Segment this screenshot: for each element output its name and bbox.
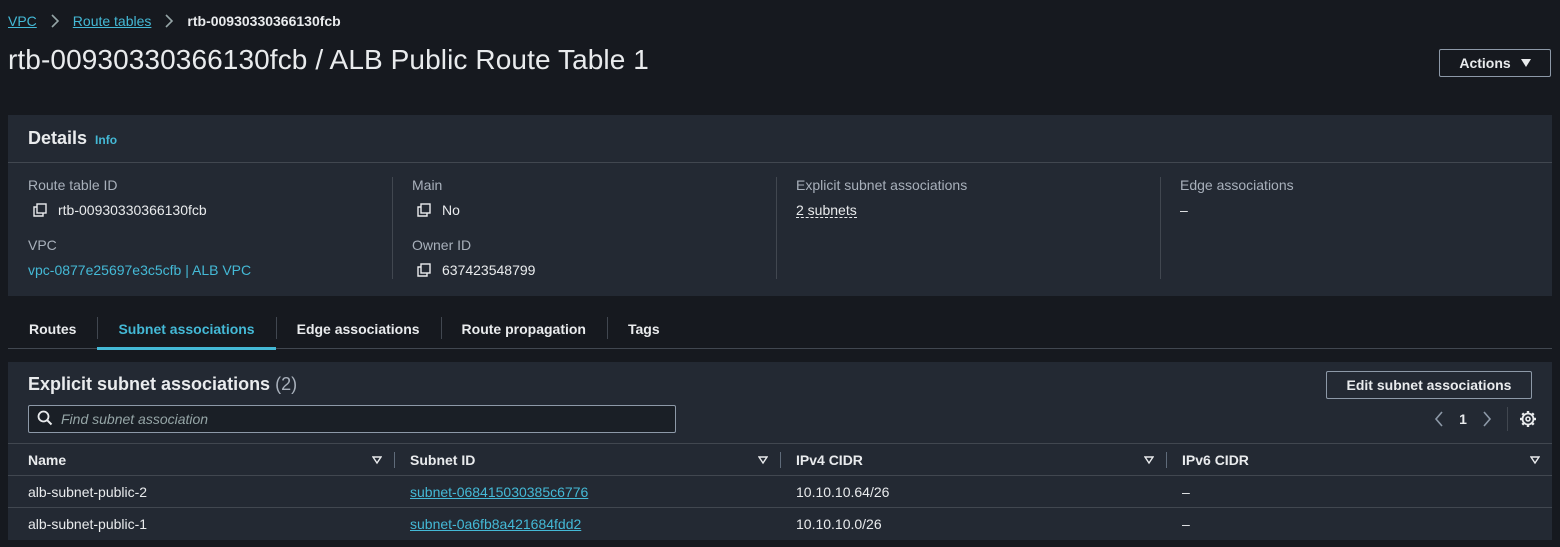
column-header-label: IPv6 CIDR [1182,451,1249,468]
sort-caret-icon[interactable] [372,455,382,465]
breadcrumb-route-tables-link[interactable]: Route tables [73,13,152,29]
actions-button-label: Actions [1459,55,1511,71]
edge-associations-label: Edge associations [1180,177,1294,193]
cell-subnet-id: subnet-0a6fb8a421684fdd2 [394,508,780,540]
table-header-row: Name Subnet ID IPv4 CIDR IPv6 CIDR [8,443,1552,476]
search-box [28,405,676,433]
breadcrumb: VPC Route tables rtb-00930330366130fcb [8,13,341,29]
explicit-subnet-field: Explicit subnet associations 2 subnets [796,177,1160,221]
column-header-label: Name [28,451,67,468]
vpc-field: VPC vpc-0877e25697e3c5cfb | ALB VPC [28,237,392,281]
breadcrumb-current: rtb-00930330366130fcb [187,13,341,29]
subnet-associations-table: Name Subnet ID IPv4 CIDR IPv6 CIDR alb-s… [8,443,1552,540]
copy-icon[interactable] [416,202,432,218]
caret-down-icon [1520,59,1531,67]
details-column-1: Route table ID rtb-00930330366130fcb VPC… [8,177,392,295]
subnet-associations-count: (2) [275,374,298,394]
details-column-3: Explicit subnet associations 2 subnets [776,177,1160,295]
chevron-right-icon [161,13,177,29]
main-value: No [442,202,460,218]
details-grid: Route table ID rtb-00930330366130fcb VPC… [8,163,1552,295]
owner-id-label: Owner ID [412,237,472,253]
chevron-right-icon [47,13,63,29]
search-icon [37,410,53,429]
details-panel: Details Info Route table ID rtb-00930330… [8,115,1552,296]
column-header-subnet-id[interactable]: Subnet ID [394,443,780,476]
tab-route-propagation[interactable]: Route propagation [440,309,607,348]
route-table-id-value: rtb-00930330366130fcb [58,202,207,218]
pagination: 1 [1425,406,1542,432]
table-row: alb-subnet-public-1 subnet-0a6fb8a421684… [8,508,1552,540]
main-label: Main [412,177,443,193]
cell-ipv6-cidr: – [1182,515,1190,532]
route-table-id-field: Route table ID rtb-00930330366130fcb [28,177,392,221]
subnet-id-link[interactable]: subnet-068415030385c6776 [410,484,588,500]
copy-icon[interactable] [416,262,432,278]
vpc-label: VPC [28,237,57,253]
details-column-4: Edge associations – [1160,177,1544,295]
edge-associations-field: Edge associations – [1180,177,1544,221]
sort-caret-icon[interactable] [758,455,768,465]
column-header-ipv4-cidr[interactable]: IPv4 CIDR [780,443,1166,476]
column-header-ipv6-cidr[interactable]: IPv6 CIDR [1166,443,1552,476]
explicit-subnets-popover-link[interactable]: 2 subnets [796,203,857,218]
page: VPC Route tables rtb-00930330366130fcb r… [0,0,1560,547]
edit-subnet-associations-button[interactable]: Edit subnet associations [1326,371,1532,399]
sort-caret-icon[interactable] [1144,455,1154,465]
details-column-2: Main No Owner ID 637423548799 [392,177,776,295]
search-input[interactable] [61,411,661,427]
copy-icon[interactable] [32,202,48,218]
subnet-associations-title-text: Explicit subnet associations [28,374,271,394]
owner-id-value: 637423548799 [442,262,536,278]
tab-subnet-associations[interactable]: Subnet associations [97,309,276,350]
tab-routes[interactable]: Routes [8,309,97,348]
details-header: Details Info [8,115,1552,163]
actions-button[interactable]: Actions [1439,49,1551,77]
explicit-subnet-label: Explicit subnet associations [796,177,968,193]
cell-name: alb-subnet-public-1 [28,515,148,532]
table-row: alb-subnet-public-2 subnet-068415030385c… [8,475,1552,508]
details-title: Details [28,128,88,148]
tab-edge-associations[interactable]: Edge associations [275,309,441,348]
column-header-label: IPv4 CIDR [796,451,863,468]
route-table-id-label: Route table ID [28,177,118,193]
subnet-associations-title: Explicit subnet associations (2) [28,374,297,395]
chevron-left-icon[interactable] [1425,406,1453,432]
cell-name: alb-subnet-public-2 [8,475,394,508]
subnet-associations-panel: Explicit subnet associations (2) Edit su… [8,362,1552,540]
tab-bar: Routes Subnet associations Edge associat… [8,309,1552,350]
page-number[interactable]: 1 [1453,411,1473,427]
cell-ipv6-cidr: – [1166,475,1552,508]
pager-divider [1507,407,1508,431]
breadcrumb-vpc-link[interactable]: VPC [8,13,37,29]
main-field: Main No [412,177,776,221]
column-header-label: Subnet ID [410,451,476,468]
column-header-name[interactable]: Name [8,443,394,476]
edge-associations-value: – [1180,202,1188,218]
sort-caret-icon[interactable] [1530,455,1540,465]
gear-icon[interactable] [1514,406,1542,432]
vpc-link[interactable]: vpc-0877e25697e3c5cfb | ALB VPC [28,262,251,278]
tab-tags[interactable]: Tags [606,309,681,348]
cell-subnet-id: subnet-068415030385c6776 [394,475,780,508]
cell-ipv4-cidr: 10.10.10.0/26 [796,515,882,532]
cell-ipv4-cidr: 10.10.10.64/26 [780,475,1166,508]
chevron-right-icon[interactable] [1473,406,1501,432]
subnet-id-link[interactable]: subnet-0a6fb8a421684fdd2 [410,516,581,532]
owner-id-field: Owner ID 637423548799 [412,237,776,281]
page-title: rtb-00930330366130fcb / ALB Public Route… [8,44,649,75]
info-link[interactable]: Info [95,133,117,147]
